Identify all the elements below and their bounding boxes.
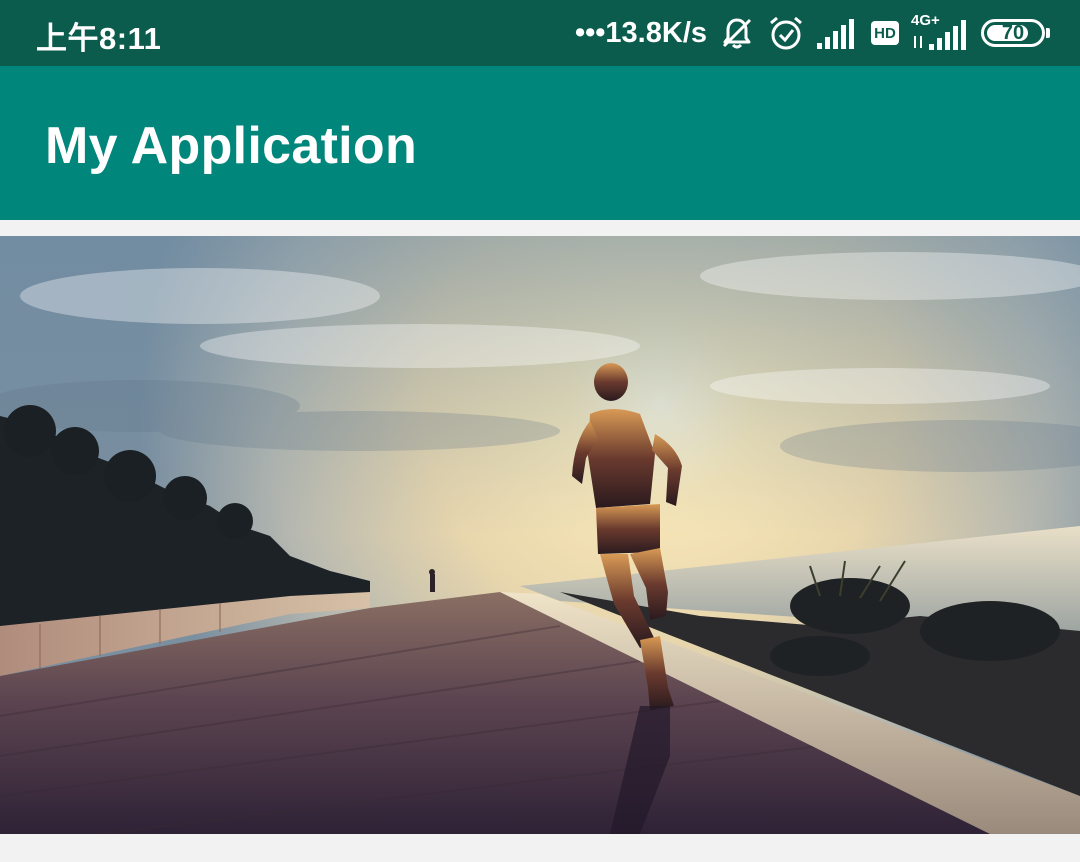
battery-tip — [1046, 28, 1050, 38]
app-title: My Application — [45, 117, 418, 175]
app-bar: My Application — [0, 66, 1080, 220]
network-type-label: 4G+ — [911, 12, 940, 29]
battery-body: 70 — [981, 19, 1045, 47]
battery-level: 70 — [1001, 21, 1025, 44]
alarm-icon — [767, 14, 805, 52]
bell-off-icon — [719, 15, 755, 51]
4g-signal-icon: 4G+ — [911, 12, 969, 52]
battery-icon: 70 — [981, 19, 1050, 47]
runner-at-sunset-photo — [0, 236, 1080, 834]
hero-image — [0, 236, 1080, 834]
hd-badge: HD — [871, 21, 899, 45]
status-bar: 上午8:11 •••13.8K/s HD 4G+ 70 — [0, 0, 1080, 66]
network-speed: •••13.8K/s — [574, 16, 707, 49]
status-icons: •••13.8K/s HD 4G+ 70 — [575, 12, 1050, 54]
status-time: 上午8:11 — [36, 21, 162, 56]
signal-icon — [817, 17, 859, 49]
